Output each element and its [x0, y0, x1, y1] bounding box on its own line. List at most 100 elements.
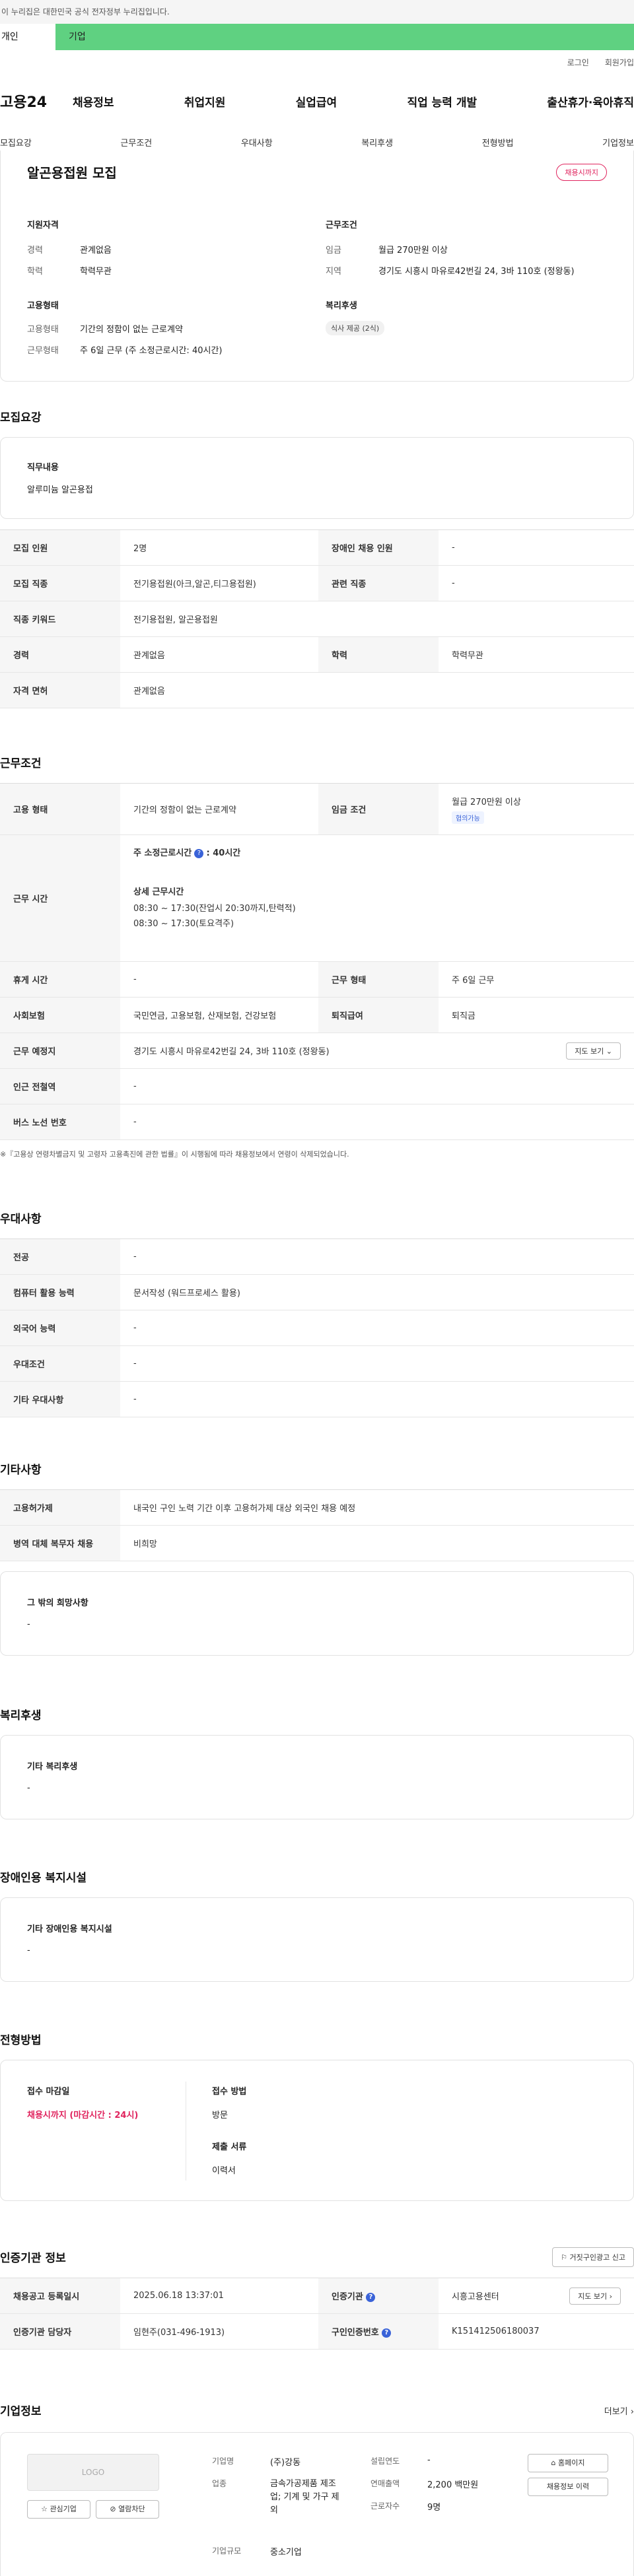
value-region: 경기도 시흥시 마유로42번길 24, 3바 110호 (정왕동) — [378, 267, 575, 277]
label-agency: 인증기관 — [332, 2292, 363, 2302]
emp-title: 고용형태 — [27, 301, 59, 311]
other-wish-value: - — [27, 1619, 30, 1629]
negotiable-tag: 협의가능 — [452, 811, 484, 824]
value-disabled-headcount: - — [439, 529, 634, 566]
company-box: LOGO ☆ 관심기업 ⊘ 열람차단 기업명 (주)강동 업종 금속가공제품 제… — [0, 2432, 634, 2576]
disabled-box-value: - — [27, 1946, 30, 1955]
welfare-section-title: 복리후생 — [0, 1709, 42, 1722]
favorite-label: 관심기업 — [50, 2505, 77, 2513]
site-logo[interactable]: 고용24 — [0, 90, 73, 112]
anchor-work[interactable]: 근무조건 — [120, 136, 152, 149]
label-industry: 업종 — [212, 2479, 227, 2488]
hours-main-value: : 40시간 — [206, 848, 241, 858]
label-work-permit: 고용허가제 — [0, 1489, 120, 1526]
gnb-parental-leave[interactable]: 출산휴가·육아휴직 — [547, 93, 634, 110]
label-insurance: 사회보험 — [0, 997, 120, 1033]
disabled-section-title: 장애인용 복지시설 — [0, 1872, 87, 1885]
value-work-permit: 내국인 구인 노력 기간 이후 고용허가제 대상 외국인 채용 예정 — [120, 1489, 634, 1526]
job-summary-card: 알곤용접원 모집 채용시까지 지원자격 경력 관계없음 학력 학력무관 근무조건… — [0, 151, 634, 382]
value-company-name: (주)강동 — [270, 2458, 301, 2468]
table-row: 모집 인원 2명 장애인 채용 인원 - — [0, 529, 634, 566]
label-pref-etc: 기타 우대사항 — [0, 1381, 120, 1417]
method-title: 접수 방법 — [212, 2087, 247, 2097]
map-button[interactable]: 지도 보기 ⌄ — [566, 1042, 621, 1060]
table-row: 모집 직종 전기용접원(아크,알곤,티그용접원) 관련 직종 - — [0, 565, 634, 601]
value-career: 관계없음 — [120, 636, 318, 673]
table-row: 기타 우대사항 - — [0, 1381, 634, 1417]
gnb-employment-support[interactable]: 취업지원 — [184, 93, 226, 110]
label-reg-date: 채용공고 등록일시 — [0, 2278, 120, 2314]
method-value: 방문 — [212, 2111, 228, 2120]
label-pref-cond: 우대조건 — [0, 1345, 120, 1382]
agency-map-button[interactable]: 지도 보기 › — [569, 2288, 621, 2305]
company-more-link[interactable]: 더보기 › — [604, 2404, 634, 2417]
docs-value: 이력서 — [212, 2166, 236, 2176]
label-job-type: 모집 직종 — [0, 565, 120, 601]
gnb-jobs[interactable]: 채용정보 — [73, 93, 114, 110]
value-career: 관계없음 — [80, 246, 112, 255]
login-link[interactable]: 로그인 — [567, 57, 589, 68]
etc-section-title: 기타사항 — [0, 1464, 42, 1477]
table-row: 고용 형태 기간의 정함이 없는 근로계약 임금 조건 월급 270만원 이상 … — [0, 783, 634, 835]
anchor-welfare[interactable]: 복리후생 — [361, 136, 393, 149]
anchor-recruit[interactable]: 모집요강 — [0, 136, 32, 149]
company-logo: LOGO — [27, 2454, 159, 2491]
label-wage: 임금 — [326, 246, 341, 255]
value-job-type: 전기용접원(아크,알곤,티그용접원) — [120, 565, 318, 601]
report-fake-ad-button[interactable]: ⚐ 거짓구인광고 신고 — [552, 2247, 634, 2267]
hours-main-label: 주 소정근로시간 — [133, 848, 192, 858]
block-view-button[interactable]: ⊘ 열람차단 — [96, 2500, 159, 2519]
tab-personal[interactable]: 개인 — [0, 24, 55, 50]
value-reg-date: 2025.06.18 13:37:01 — [120, 2278, 318, 2314]
value-wage: 월급 270만원 이상 — [452, 797, 521, 807]
gov-notice: 이 누리집은 대한민국 공식 전자정부 누리집입니다. — [0, 0, 634, 24]
value-work-form: 주 6일 근무 — [439, 961, 634, 998]
flag-icon: ⚐ — [561, 2253, 568, 2262]
table-row: 버스 노선 번호 - — [0, 1104, 634, 1140]
value-insurance: 국민연금, 고용보험, 산재보험, 건강보험 — [120, 997, 318, 1033]
tab-corporate[interactable]: 기업 — [55, 24, 634, 50]
favorite-company-button[interactable]: ☆ 관심기업 — [27, 2500, 90, 2519]
anchor-company[interactable]: 기업정보 — [602, 136, 634, 149]
label-company-size: 기업규모 — [212, 2546, 242, 2556]
duty-title: 직무내용 — [27, 463, 59, 473]
value-language: - — [120, 1310, 634, 1346]
table-row: 컴퓨터 활용 능력 문서작성 (워드프로세스 활용) — [0, 1274, 634, 1310]
block-icon: ⊘ — [110, 2505, 116, 2513]
label-education: 학력 — [318, 636, 439, 673]
label-bus: 버스 노선 번호 — [0, 1104, 120, 1140]
agency-map-label: 지도 보기 — [578, 2292, 608, 2301]
signup-link[interactable]: 회원가입 — [605, 57, 634, 68]
anchor-selection[interactable]: 전형방법 — [482, 136, 514, 149]
chevron-right-icon: › — [609, 2292, 612, 2301]
info-icon[interactable]: ? — [382, 2328, 392, 2338]
value-subway: - — [120, 1068, 634, 1104]
anchor-pref[interactable]: 우대사항 — [241, 136, 273, 149]
value-agency: 시흥고용센터 — [452, 2292, 499, 2302]
table-row: 고용허가제 내국인 구인 노력 기간 이후 고용허가제 대상 외국인 채용 예정 — [0, 1489, 634, 1526]
label-agency-staff: 인증기관 담당자 — [0, 2313, 120, 2350]
label-region: 지역 — [326, 267, 341, 277]
value-emp-type: 기간의 정함이 없는 근로계약 — [120, 783, 318, 835]
label-company-name: 기업명 — [212, 2457, 234, 2466]
value-education: 학력무관 — [80, 267, 112, 277]
value-major: - — [120, 1238, 634, 1275]
gnb-unemployment-benefit[interactable]: 실업급여 — [296, 93, 337, 110]
label-work-form: 근무 형태 — [318, 961, 439, 998]
info-icon[interactable]: ? — [366, 2292, 376, 2302]
homepage-label: 홈페이지 — [558, 2458, 585, 2467]
info-icon[interactable]: ? — [194, 848, 204, 858]
gnb-vocational-training[interactable]: 직업 능력 개발 — [407, 93, 477, 110]
job-history-button[interactable]: 채용정보 이력 — [528, 2478, 608, 2496]
selection-section-title: 전형방법 — [0, 2034, 42, 2047]
table-row: 병역 대체 복무자 채용 비희망 — [0, 1525, 634, 1561]
etc-table: 고용허가제 내국인 구인 노력 기간 이후 고용허가제 대상 외국인 채용 예정 … — [0, 1489, 634, 1561]
disabled-box: 기타 장애인용 복지시설 - — [0, 1897, 634, 1982]
homepage-button[interactable]: ⌂ 홈페이지 — [528, 2454, 608, 2472]
agency-table: 채용공고 등록일시 2025.06.18 13:37:01 인증기관 ? 시흥고… — [0, 2278, 634, 2350]
value-related-job: - — [439, 565, 634, 601]
deadline-badge: 채용시까지 — [556, 164, 607, 181]
table-row: 휴게 시간 - 근무 형태 주 6일 근무 — [0, 961, 634, 998]
table-row: 우대조건 - — [0, 1345, 634, 1382]
util-links: 로그인 회원가입 — [567, 57, 634, 68]
